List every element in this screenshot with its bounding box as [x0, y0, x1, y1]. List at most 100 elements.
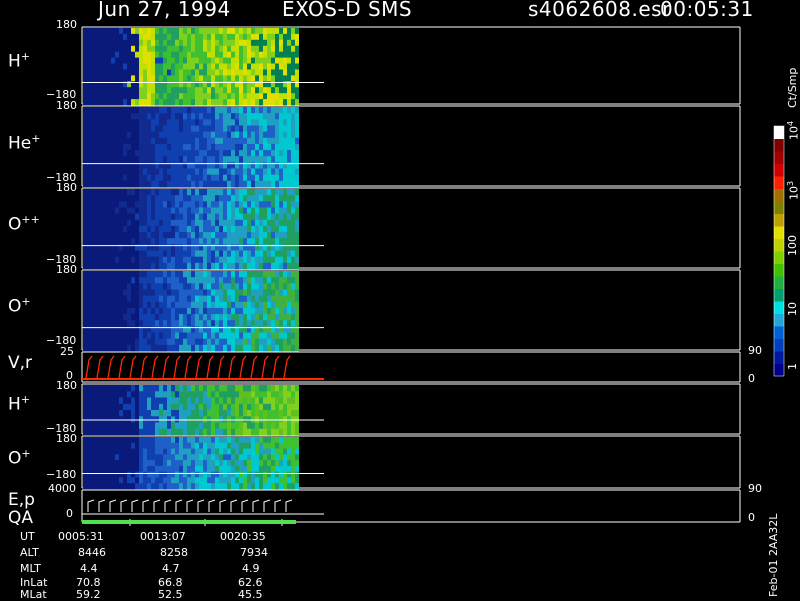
spectrogram-cell: [207, 295, 211, 303]
spectrogram-cell: [191, 225, 195, 233]
spectrogram-cell: [283, 403, 287, 411]
spectrogram-cell: [135, 442, 139, 450]
spectrogram-cell: [151, 442, 155, 450]
spectrogram-cell: [127, 271, 131, 278]
spectrogram-cell: [267, 283, 271, 290]
spectrogram-cell: [123, 168, 127, 176]
spectrogram-cell: [107, 201, 111, 208]
spectrogram-cell: [251, 271, 255, 278]
spectrogram-cell: [163, 338, 167, 346]
spectrogram-cell: [131, 295, 135, 303]
spectrogram-cell: [135, 477, 139, 484]
spectrogram-cell: [279, 28, 283, 35]
spectrogram-cell: [255, 225, 259, 233]
spectrogram-cell: [123, 448, 127, 455]
spectrogram-cell: [191, 250, 195, 258]
spectrogram-cell: [143, 460, 147, 467]
spectrogram-cell: [151, 477, 155, 484]
spectrogram-cell: [127, 295, 131, 303]
spectrogram-cell: [279, 422, 283, 430]
spectrogram-cell: [235, 107, 239, 114]
spectrogram-cell: [99, 219, 103, 227]
spectrogram-cell: [107, 75, 111, 82]
spectrogram-cell: [255, 168, 259, 176]
spectrogram-cell: [223, 332, 227, 340]
spectrogram-cell: [199, 283, 203, 290]
spectrogram-cell: [163, 39, 167, 47]
spectrogram-cell: [267, 87, 271, 94]
spectrogram-cell: [267, 454, 271, 461]
spectrogram-cell: [227, 207, 231, 215]
spectrogram-cell: [227, 189, 231, 196]
spectrogram-cell: [263, 320, 267, 327]
spectrogram-cell: [95, 283, 99, 290]
spectrogram-cell: [195, 262, 199, 270]
spectrogram-cell: [139, 99, 143, 106]
spectrogram-cell: [259, 437, 263, 444]
spectrogram-cell: [259, 125, 263, 133]
spectrogram-cell: [143, 271, 147, 278]
spectrogram-cell: [227, 250, 231, 258]
spectrogram-cell: [263, 39, 267, 47]
spectrogram-cell: [283, 332, 287, 340]
spectrogram-cell: [239, 307, 243, 315]
spectrogram-cell: [247, 238, 251, 245]
spectrogram-cell: [251, 238, 255, 245]
spectrogram-cell: [207, 168, 211, 176]
spectrogram-cell: [163, 113, 167, 120]
spectrogram-cell: [115, 207, 119, 215]
spectrogram-cell: [295, 448, 299, 455]
spectrogram-cell: [215, 156, 219, 163]
spectrogram-cell: [135, 238, 139, 245]
spectrogram-cell: [111, 442, 115, 450]
spectrogram-cell: [231, 113, 235, 120]
spectrogram-cell: [83, 63, 87, 70]
spectrogram-cell: [187, 385, 191, 392]
spectrogram-cell: [239, 107, 243, 114]
spectrogram-cell: [207, 87, 211, 94]
spectrogram-cell: [103, 301, 107, 309]
spectrogram-cell: [267, 225, 271, 233]
spectrogram-cell: [227, 454, 231, 461]
spectrogram-cell: [207, 385, 211, 392]
spectrogram-cell: [119, 338, 123, 346]
spectrogram-cell: [111, 113, 115, 120]
spectrogram-cell: [115, 262, 119, 270]
spectrogram-cell: [151, 422, 155, 430]
spectrogram-cell: [83, 397, 87, 405]
spectrogram-cell: [83, 428, 87, 436]
spectrogram-cell: [179, 391, 183, 399]
spectrogram-cell: [95, 397, 99, 405]
spectrogram-cell: [155, 207, 159, 215]
spectrogram-cell: [251, 219, 255, 227]
spectrogram-cell: [123, 195, 127, 202]
spectrogram-cell: [195, 39, 199, 47]
spectrogram-cell: [127, 207, 131, 215]
spectrogram-cell: [203, 332, 207, 340]
spectrogram-cell: [183, 307, 187, 315]
spectrogram-cell: [247, 87, 251, 94]
spectrogram-cell: [123, 99, 127, 106]
spectrogram-cell: [279, 143, 283, 151]
spectrogram-cell: [203, 219, 207, 227]
spectrogram-cell: [295, 465, 299, 473]
spectrogram-cell: [111, 256, 115, 264]
spectrogram-cell: [235, 301, 239, 309]
spectrogram-cell: [163, 344, 167, 352]
spectrogram-cell: [151, 99, 155, 106]
spectrogram-cell: [231, 397, 235, 405]
spectrogram-cell: [103, 437, 107, 444]
spectrogram-cell: [231, 93, 235, 100]
spectrogram-cell: [91, 45, 95, 53]
spectrogram-cell: [87, 113, 91, 120]
spectrogram-cell: [87, 107, 91, 114]
spectrogram-cell: [171, 301, 175, 309]
spectrogram-cell: [227, 320, 231, 327]
spectrogram-cell: [99, 207, 103, 215]
spectrogram-cell: [227, 39, 231, 47]
spectrogram-cell: [195, 385, 199, 392]
spectrogram-cell: [143, 156, 147, 163]
spectrogram-cell: [83, 131, 87, 139]
spectrogram-cell: [243, 477, 247, 484]
spectrogram-cell: [283, 471, 287, 478]
